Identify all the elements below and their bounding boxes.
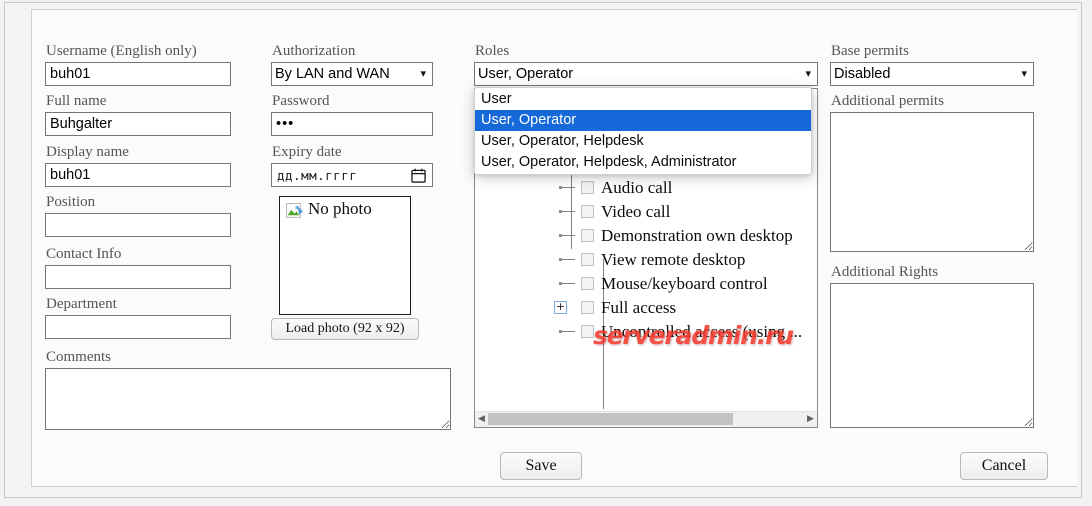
- label-password: Password: [272, 93, 330, 109]
- scrollbar-thumb[interactable]: [488, 413, 733, 425]
- calendar-icon[interactable]: [411, 168, 426, 183]
- base-permits-select[interactable]: Disabled: [830, 62, 1034, 86]
- roles-dropdown-option[interactable]: User, Operator, Helpdesk, Administrator: [475, 152, 811, 173]
- tree-node-checkbox[interactable]: [581, 229, 594, 242]
- tree-connector-line: [561, 259, 575, 260]
- tree-node-label: Uncontrolled access (using ...: [601, 322, 803, 341]
- tree-node-label: View remote desktop: [601, 250, 746, 269]
- cancel-button[interactable]: Cancel: [960, 452, 1048, 480]
- dialog-panel: Username (English only) Full name Displa…: [31, 9, 1077, 487]
- authorization-select-wrap[interactable]: By LAN and WAN ▾: [271, 62, 433, 86]
- roles-dropdown-option[interactable]: User, Operator, Helpdesk: [475, 131, 811, 152]
- authorization-select[interactable]: By LAN and WAN: [271, 62, 433, 86]
- photo-placeholder: No photo: [279, 196, 411, 315]
- scroll-left-arrow[interactable]: ◀: [475, 412, 488, 427]
- label-roles: Roles: [475, 43, 510, 59]
- broken-image-icon: [286, 203, 303, 218]
- roles-dropdown-option[interactable]: User: [475, 89, 811, 110]
- tree-node-checkbox[interactable]: [581, 181, 594, 194]
- label-base-permits: Base permits: [831, 43, 909, 59]
- tree-node-label: Video call: [601, 202, 671, 221]
- label-contact-info: Contact Info: [46, 246, 122, 262]
- tree-connector-line: [561, 187, 575, 188]
- user-edit-form: Username (English only) Full name Displa…: [32, 10, 1078, 488]
- expiry-date-input[interactable]: дд.мм.гггг: [271, 163, 433, 187]
- tree-node-checkbox[interactable]: [581, 301, 594, 314]
- password-input[interactable]: [271, 112, 433, 136]
- roles-dropdown-popup[interactable]: User User, Operator User, Operator, Helpde…: [474, 87, 812, 175]
- tree-node-label: Audio call: [601, 178, 673, 197]
- tree-connector-line: [561, 331, 575, 332]
- roles-select-wrap[interactable]: User, Operator ▾: [474, 62, 818, 86]
- tree-node-label: Full access: [601, 298, 677, 317]
- tree-node-checkbox[interactable]: [581, 325, 594, 338]
- tree-connector-line: [561, 235, 575, 236]
- tree-node-checkbox[interactable]: [581, 253, 594, 266]
- tree-horizontal-scrollbar[interactable]: ◀ ▶: [475, 411, 817, 427]
- contact-info-input[interactable]: [45, 265, 231, 289]
- tree-connector-dot: [559, 282, 562, 285]
- photo-alt-text: No photo: [308, 199, 372, 218]
- tree-connector-dot: [559, 234, 562, 237]
- fullname-input[interactable]: [45, 112, 231, 136]
- department-input[interactable]: [45, 315, 231, 339]
- label-authorization: Authorization: [272, 43, 356, 59]
- base-permits-select-wrap[interactable]: Disabled ▾: [830, 62, 1034, 86]
- additional-rights-textarea[interactable]: [830, 283, 1034, 428]
- save-button[interactable]: Save: [500, 452, 582, 480]
- load-photo-button[interactable]: Load photo (92 x 92): [271, 318, 419, 340]
- tree-connector-dot: [559, 258, 562, 261]
- comments-textarea[interactable]: [45, 368, 451, 430]
- scroll-right-arrow[interactable]: ▶: [804, 412, 817, 427]
- label-displayname: Display name: [46, 144, 129, 160]
- label-additional-permits: Additional permits: [831, 93, 944, 109]
- tree-connector-dot: [559, 186, 562, 189]
- roles-select[interactable]: User, Operator: [474, 62, 818, 86]
- label-fullname: Full name: [46, 93, 107, 109]
- label-expiry-date: Expiry date: [272, 144, 342, 160]
- tree-node-label: Mouse/keyboard control: [601, 274, 768, 293]
- label-position: Position: [46, 194, 96, 210]
- tree-node-label: Demonstration own desktop: [601, 226, 793, 245]
- position-input[interactable]: [45, 213, 231, 237]
- roles-dropdown-option[interactable]: User, Operator: [475, 110, 811, 131]
- tree-node-checkbox[interactable]: [581, 277, 594, 290]
- expand-icon[interactable]: +: [554, 301, 567, 314]
- displayname-input[interactable]: [45, 163, 231, 187]
- label-department: Department: [46, 296, 117, 312]
- label-comments: Comments: [46, 349, 112, 365]
- additional-permits-textarea[interactable]: [830, 112, 1034, 252]
- label-additional-rights: Additional Rights: [831, 264, 939, 280]
- tree-connector-dot: [559, 210, 562, 213]
- tree-connector-dot: [559, 330, 562, 333]
- username-input[interactable]: [45, 62, 231, 86]
- label-username: Username (English only): [46, 43, 197, 59]
- tree-connector-line: [561, 283, 575, 284]
- expiry-date-placeholder: дд.мм.гггг: [277, 168, 358, 183]
- window-frame: Username (English only) Full name Displa…: [4, 2, 1082, 498]
- tree-connector-line: [561, 211, 575, 212]
- tree-node-checkbox[interactable]: [581, 205, 594, 218]
